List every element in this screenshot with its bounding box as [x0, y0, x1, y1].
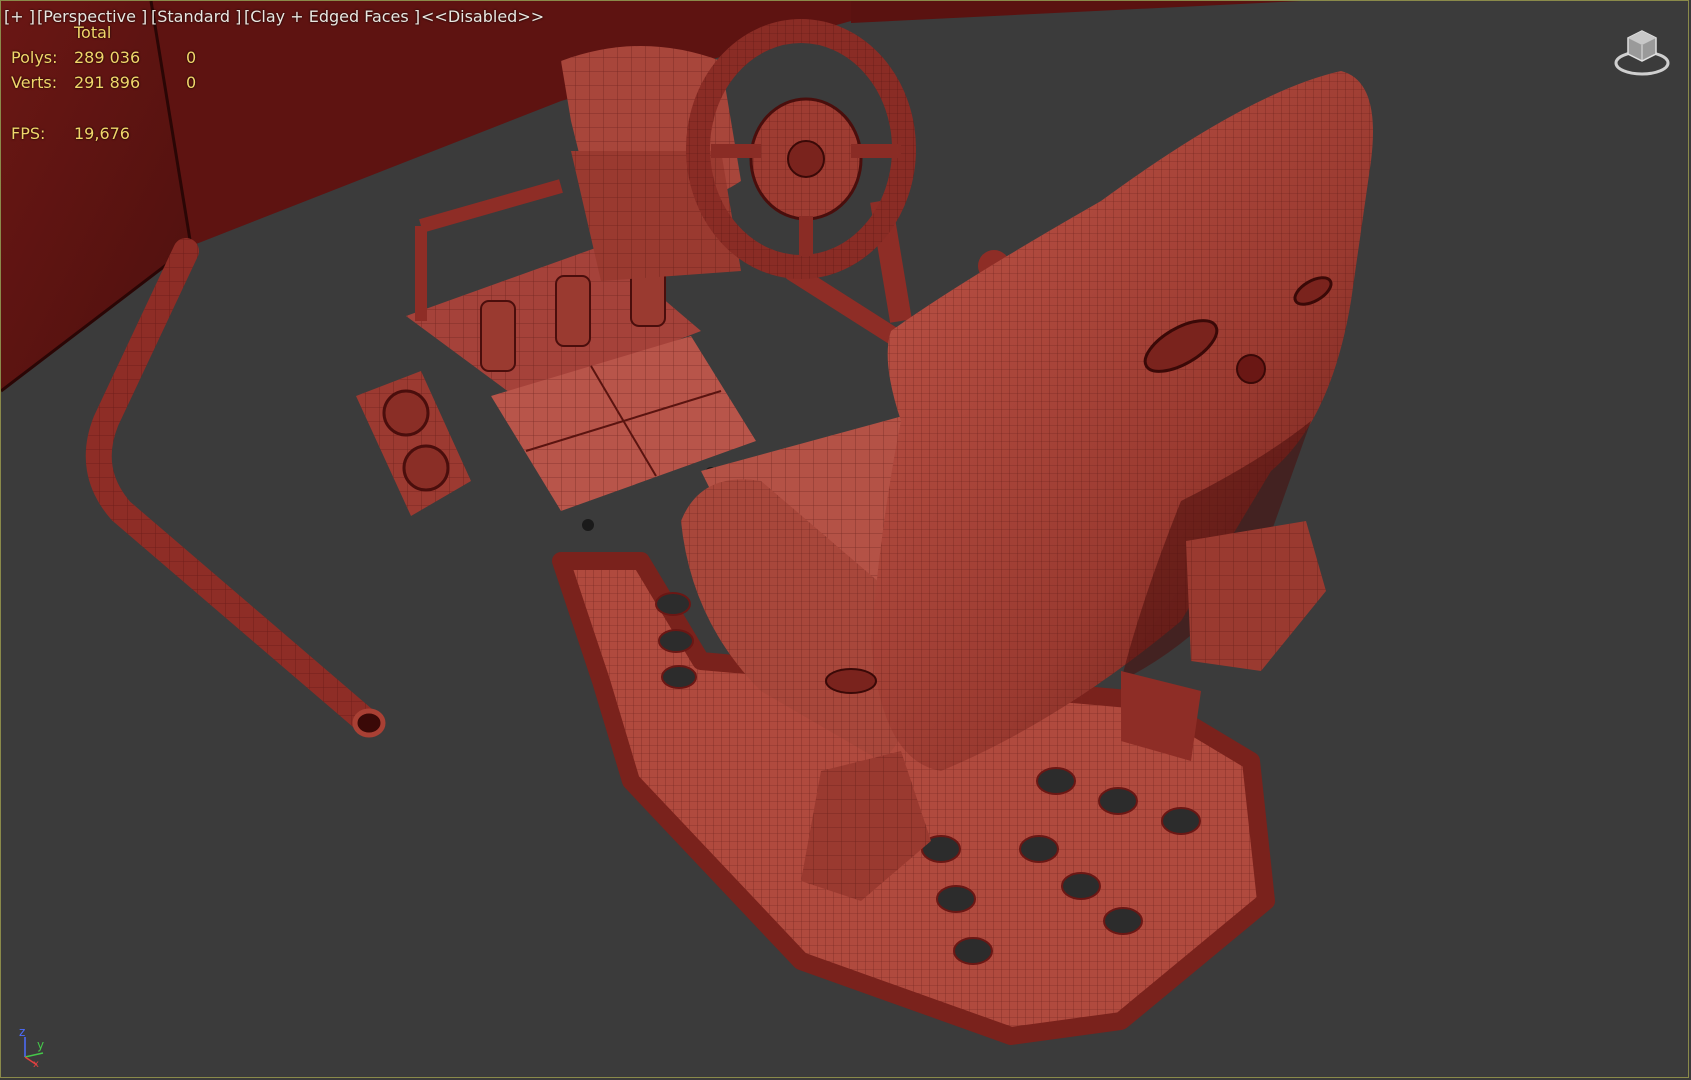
axis-z-label: z	[19, 1027, 25, 1039]
axis-x-label: x	[33, 1059, 39, 1067]
stats-verts-total: 291 896	[74, 73, 141, 92]
stats-polys-total: 289 036	[74, 48, 141, 67]
cockpit-model-render[interactable]	[1, 1, 1689, 1078]
speaker-box	[356, 371, 471, 516]
stats-verts-label: Verts:	[11, 73, 58, 92]
viewport-effects-menu[interactable]: <<Disabled>>	[421, 7, 544, 26]
perspective-viewport[interactable]: [+ ] [Perspective ] [Standard ] [Clay + …	[0, 0, 1689, 1078]
stats-polys-selected: 0	[186, 48, 197, 67]
stats-total-header: Total	[74, 23, 112, 42]
axis-tripod-icon: z y x	[19, 1027, 44, 1067]
stats-polys-label: Polys:	[11, 48, 58, 67]
stats-verts-selected: 0	[186, 73, 197, 92]
viewcube-icon[interactable]	[1612, 27, 1672, 79]
stats-fps-label: FPS:	[11, 124, 46, 143]
viewport-shading-mode-menu[interactable]: [Clay + Edged Faces ]	[244, 7, 420, 26]
tube-frame-left	[85, 238, 386, 738]
viewport-plus-menu[interactable]: [+ ]	[4, 7, 35, 26]
viewport-shading-preset-menu[interactable]: [Standard ]	[151, 7, 241, 26]
axis-y-label: y	[37, 1038, 44, 1052]
stats-fps-value: 19,676	[74, 124, 130, 143]
steering-wheel	[686, 19, 916, 279]
